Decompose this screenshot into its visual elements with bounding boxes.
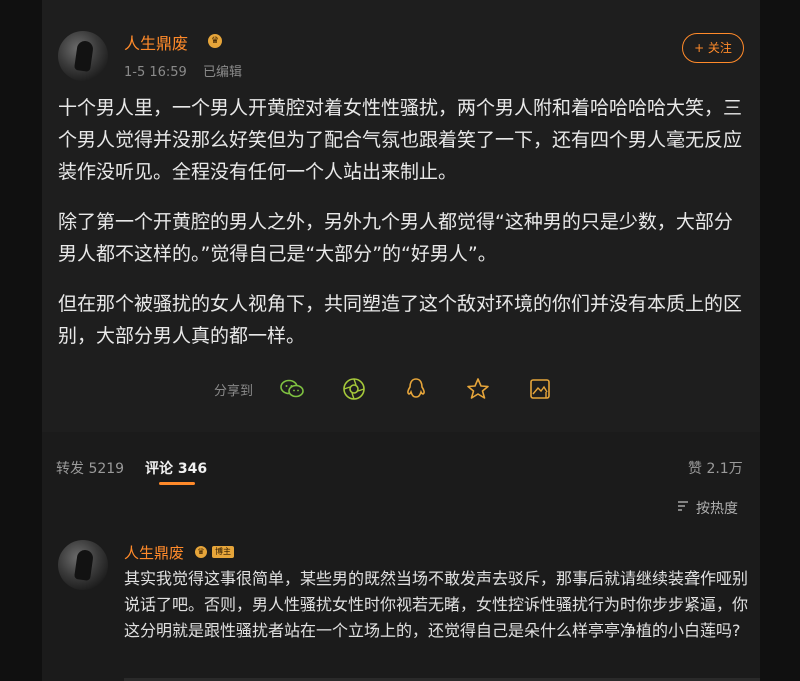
qq-icon[interactable] <box>403 376 429 402</box>
vip-crown-icon: ♛ <box>208 34 222 48</box>
share-row: 分享到 <box>214 374 589 404</box>
post-paragraph: 除了第一个开黄腔的男人之外，另外九个男人都觉得“这种男的只是少数，大部分男人都不… <box>58 211 733 265</box>
post-meta: 1-5 16:59 已编辑 <box>124 61 254 80</box>
post-author-name[interactable]: 人生鼎废 <box>124 30 188 54</box>
post-stats-bar: 转发 5219 评论 346 赞 2.1万 <box>42 448 760 488</box>
tab-comments[interactable]: 评论 346 <box>145 458 207 478</box>
author-badge: 博主 <box>212 546 234 558</box>
post-time: 1-5 16:59 <box>124 65 187 80</box>
active-tab-indicator <box>159 482 195 485</box>
post-paragraph: 十个男人里，一个男人开黄腔对着女性性骚扰，两个男人附和着哈哈哈哈大笑，三个男人觉… <box>58 97 743 183</box>
vip-crown-icon: ♛ <box>195 546 207 558</box>
comment-author-avatar[interactable] <box>58 540 108 590</box>
moments-icon[interactable] <box>341 376 367 402</box>
wechat-icon[interactable] <box>279 376 305 402</box>
tab-likes[interactable]: 赞 2.1万 <box>688 458 743 478</box>
post-edited-label: 已编辑 <box>202 65 242 80</box>
post-body: 十个男人里，一个男人开黄腔对着女性性骚扰，两个男人附和着哈哈哈哈大笑，三个男人觉… <box>58 92 748 370</box>
post-paragraph: 但在那个被骚扰的女人视角下，共同塑造了这个敌对环境的你们并没有本质上的区别，大部… <box>58 293 743 347</box>
comment-text: 其实我觉得这事很简单，某些男的既然当场不敢发声去驳斥，那事后就请继续装聋作哑别说… <box>124 569 749 640</box>
qzone-icon[interactable] <box>465 376 491 402</box>
follow-button[interactable]: + 关注 <box>682 33 744 63</box>
sort-label: 按热度 <box>696 501 738 517</box>
sort-icon <box>676 499 690 517</box>
tab-repost[interactable]: 转发 5219 <box>56 458 124 478</box>
sort-by-hot-button[interactable]: 按热度 <box>676 498 738 518</box>
post-author-avatar[interactable] <box>58 31 108 81</box>
share-label: 分享到 <box>214 383 254 399</box>
comment-author-name[interactable]: 人生鼎废 <box>124 542 184 563</box>
save-image-icon[interactable] <box>527 376 553 402</box>
